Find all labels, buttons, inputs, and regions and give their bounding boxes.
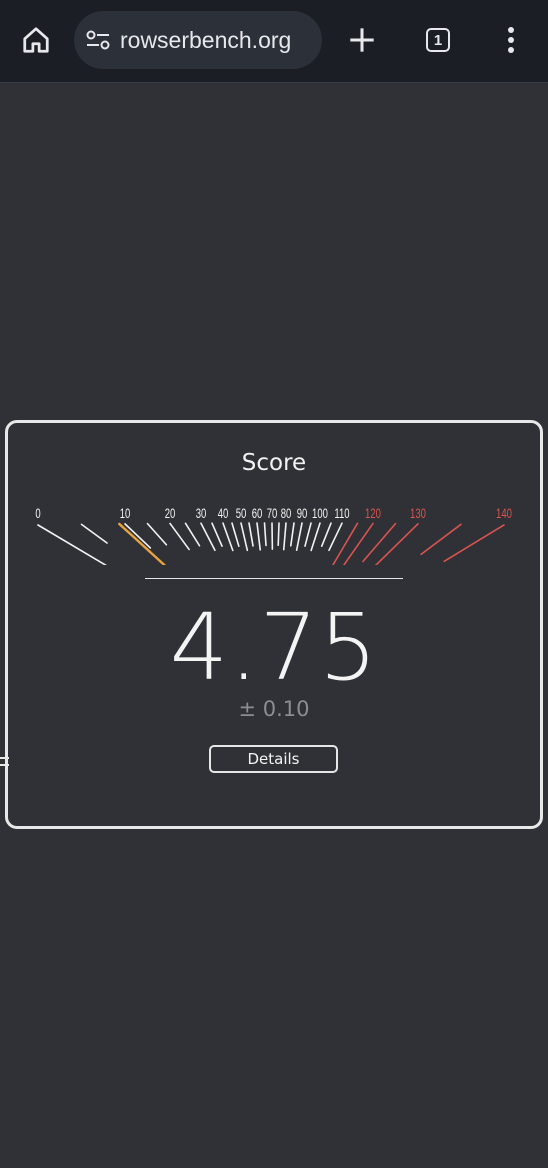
- gauge-tick: [231, 522, 240, 547]
- more-vert-icon: [508, 27, 514, 53]
- gauge-label: 10: [120, 505, 131, 521]
- gauge-label: 110: [334, 505, 349, 521]
- gauge-tick: [37, 524, 107, 565]
- url-text[interactable]: rowserbench.org: [120, 27, 316, 53]
- home-button[interactable]: [12, 16, 60, 64]
- more-options-button[interactable]: [487, 16, 535, 64]
- gauge-tick: [169, 522, 190, 551]
- browser-toolbar: rowserbench.org 1: [0, 0, 548, 83]
- score-value: 4.75: [169, 594, 379, 701]
- gauge-label: 130: [410, 505, 426, 521]
- gauge-tick: [256, 522, 262, 551]
- gauge-tick: [362, 522, 397, 563]
- gauge-label: 80: [281, 505, 292, 521]
- gauge-tick: [304, 522, 312, 547]
- gauge-label: 140: [496, 505, 512, 521]
- gauge-tick: [80, 523, 108, 544]
- tab-switcher-icon: 1: [426, 28, 450, 52]
- site-settings-icon: [86, 30, 110, 50]
- gauge-label: 70: [267, 505, 278, 521]
- gauge-tick: [374, 523, 419, 565]
- score-title: Score: [241, 450, 307, 476]
- panel-edge-mark: [0, 757, 9, 766]
- gauge-label: 60: [252, 505, 263, 521]
- gauge-tick: [240, 522, 249, 552]
- gauge-label: 120: [365, 505, 381, 521]
- gauge-tick: [222, 522, 234, 552]
- gauge-tick: [124, 523, 152, 549]
- new-tab-button[interactable]: [338, 16, 386, 64]
- details-button[interactable]: Details: [209, 745, 338, 773]
- plus-icon: [350, 28, 374, 52]
- gauge-tick: [200, 522, 216, 552]
- gauge-label: 30: [196, 505, 207, 521]
- gauge-label: 50: [236, 505, 247, 521]
- gauge-tick: [248, 522, 254, 547]
- gauge-tick: [277, 522, 280, 547]
- score-gauge: 0 10 20 30 40 50 60 70 80 90 100 110 120 130 140: [35, 505, 512, 565]
- gauge-needle: [118, 522, 167, 565]
- gauge-tick: [211, 522, 223, 547]
- gauge-label: 100: [312, 505, 328, 521]
- gauge-label: 0: [35, 505, 41, 521]
- gauge-tick: [420, 523, 462, 556]
- gauge-tick: [328, 522, 343, 552]
- gauge-baseline: [145, 578, 403, 579]
- gauge-tick: [263, 522, 267, 547]
- site-settings-button[interactable]: [84, 26, 112, 54]
- gauge-tick: [184, 522, 201, 547]
- gauge-label: 40: [218, 505, 229, 521]
- gauge-tick: [146, 522, 168, 546]
- gauge-label: 90: [297, 505, 308, 521]
- tab-count: 1: [433, 31, 443, 49]
- address-bar[interactable]: rowserbench.org: [74, 11, 322, 69]
- gauge-tick: [282, 522, 287, 551]
- gauge-tick: [295, 522, 303, 551]
- gauge-label: 20: [165, 505, 176, 521]
- home-icon: [23, 27, 49, 53]
- gauge-tick: [310, 522, 321, 552]
- gauge-tick: [320, 522, 332, 548]
- score-error: ± 0.10: [238, 697, 310, 721]
- tab-switcher-button[interactable]: 1: [414, 16, 462, 64]
- gauge-tick: [332, 522, 359, 565]
- gauge-tick: [289, 522, 295, 547]
